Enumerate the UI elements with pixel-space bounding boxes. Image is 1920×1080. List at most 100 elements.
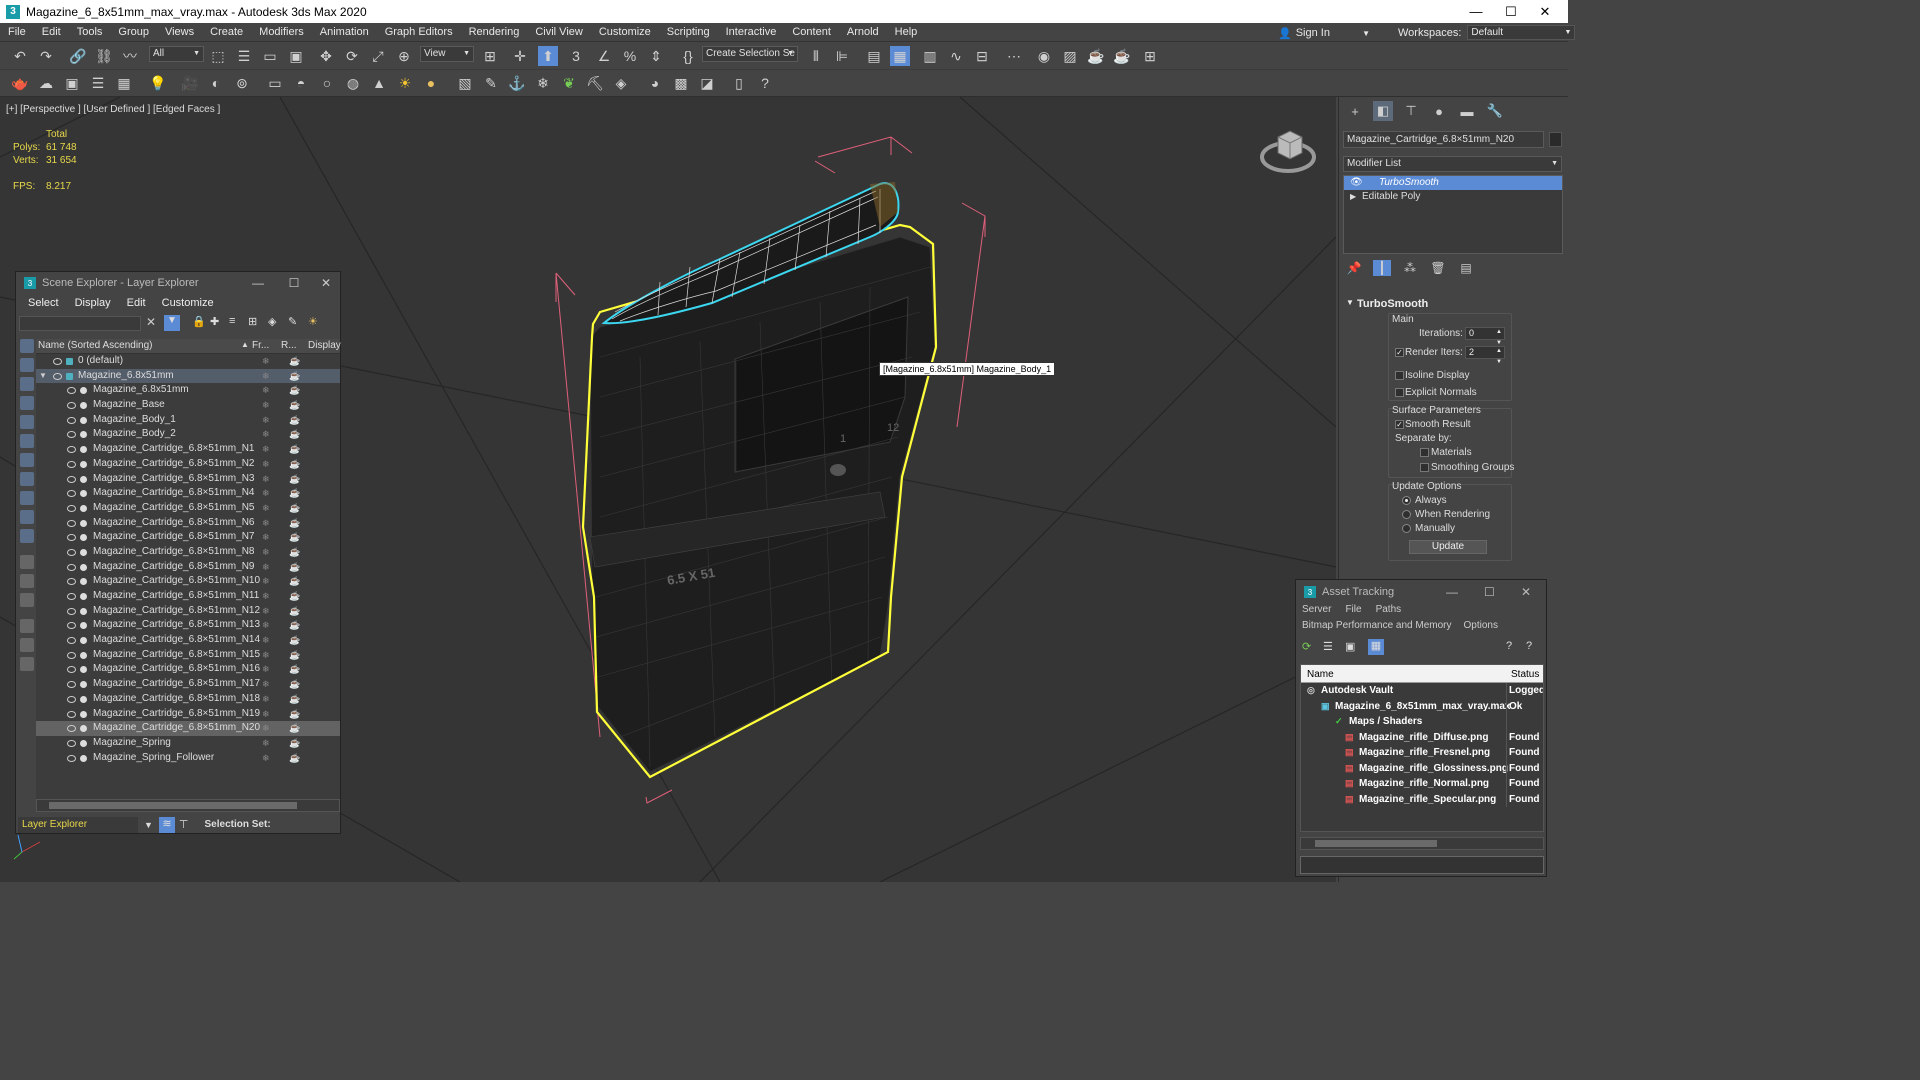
freeze-icon[interactable]: ❄ [262,427,270,442]
sign-in-dropdown[interactable]: 👤 Sign In ▼ [1278,25,1372,41]
render-teapot-icon[interactable]: ☕ [289,442,300,457]
chevron-down-icon[interactable]: ▼ [144,820,153,830]
layer-row[interactable]: Magazine_Cartridge_6.8×51mm_N13 ❄ ☕ [36,618,340,633]
workspaces-select[interactable]: Default ▼ [1467,25,1576,40]
eye-icon[interactable] [67,460,76,468]
freeze-icon[interactable]: ❄ [262,574,270,589]
eye-icon[interactable] [67,475,76,483]
teapot-icon[interactable]: 🫖 [10,73,30,93]
smooth-result-checkbox[interactable]: ✓ [1395,420,1404,429]
layer-row[interactable]: Magazine_Body_2 ❄ ☕ [36,427,340,442]
vray-hf-icon[interactable]: ⛏ [585,73,605,93]
iterations-spinner[interactable]: 0 ▲ ▼ [1465,327,1505,346]
close-icon[interactable]: ✕ [1521,585,1531,599]
render-teapot-icon[interactable]: ☕ [289,707,300,722]
se-menu-select[interactable]: Select [20,297,67,309]
sun-layer-icon[interactable]: ☀ [308,315,318,328]
when-rendering-radio[interactable] [1402,510,1411,519]
asset-row[interactable]: ▤ Magazine_rifle_Glossiness.png Found [1301,760,1543,776]
se-menu-edit[interactable]: Edit [119,297,154,309]
pivot-icon[interactable]: ⊞ [480,46,500,66]
new-layer-icon[interactable]: ✚ [210,315,219,328]
select-object-icon[interactable]: ⬚ [208,46,228,66]
funnel-filter-icon[interactable] [20,638,34,652]
render-teapot-icon[interactable]: ☕ [289,633,300,648]
viewport-label[interactable]: [+] [Perspective ] [User Defined ] [Edge… [6,104,220,115]
highlight-icon[interactable]: ✎ [288,315,297,328]
light-lister-icon[interactable]: 💡 [148,73,168,93]
render-teapot-icon[interactable]: ☕ [289,721,300,736]
layer-row[interactable]: Magazine_Cartridge_6.8×51mm_N8 ❄ ☕ [36,545,340,560]
freeze-icon[interactable]: ❄ [262,472,270,487]
close-icon[interactable]: ✕ [310,272,342,294]
eye-icon[interactable] [67,578,76,586]
undo-icon[interactable]: ↶ [10,46,30,66]
ambient-light-icon[interactable]: ● [421,73,441,93]
menu-content[interactable]: Content [784,26,839,38]
bind-spacewarp-icon[interactable]: 〰 [120,46,140,66]
eye-icon[interactable] [67,622,76,630]
refresh-icon[interactable]: ⟳ [1302,640,1311,653]
scale-icon[interactable]: ⤢ [368,46,388,66]
none-filter-icon[interactable] [20,593,34,607]
layer-row[interactable]: Magazine_Cartridge_6.8×51mm_N16 ❄ ☕ [36,662,340,677]
vray-plane-icon[interactable]: ⚓ [507,73,527,93]
layer-row[interactable]: Magazine_Cartridge_6.8×51mm_N20 ❄ ☕ [36,721,340,736]
lights-filter-icon[interactable] [20,377,34,391]
layer-row[interactable]: Magazine_Cartridge_6.8×51mm_N19 ❄ ☕ [36,707,340,722]
menu-rendering[interactable]: Rendering [461,26,528,38]
freeze-icon[interactable]: ❄ [262,751,270,766]
render-teapot-icon[interactable]: ☕ [289,574,300,589]
layers-icon[interactable]: ◈ [268,315,276,328]
layer-row[interactable]: Magazine_Base ❄ ☕ [36,398,340,413]
turbosmooth-rollout-title[interactable]: ▼ TurboSmooth [1343,298,1563,312]
column-render[interactable]: R... [281,340,297,351]
at-menu-paths[interactable]: Paths [1376,604,1402,620]
asset-row[interactable]: ▤ Magazine_rifle_Fresnel.png Found [1301,745,1543,761]
freeze-icon[interactable]: ❄ [262,692,270,707]
render-teapot-icon[interactable]: ☕ [289,692,300,707]
menu-create[interactable]: Create [202,26,251,38]
render-teapot-icon[interactable]: ☕ [289,354,300,369]
render-teapot-icon[interactable]: ☕ [289,530,300,545]
align-icon[interactable]: ⊫ [832,46,852,66]
window-crossing-icon[interactable]: ▣ [286,46,306,66]
freeze-icon[interactable]: ❄ [262,354,270,369]
redo-icon[interactable]: ↷ [36,46,56,66]
render-teapot-icon[interactable]: ☕ [289,677,300,692]
rect-selection-icon[interactable]: ▭ [260,46,280,66]
render-teapot-icon[interactable]: ☕ [289,427,300,442]
render-teapot-icon[interactable]: ☕ [289,648,300,663]
snaps-toggle-icon[interactable]: 3 [566,46,586,66]
eye-icon[interactable] [53,358,62,365]
layer-row[interactable]: Magazine_Cartridge_6.8×51mm_N2 ❄ ☕ [36,457,340,472]
lock-icon[interactable]: 🔒 [192,315,206,328]
sets-filter-icon[interactable] [20,657,34,671]
grid-icon[interactable]: ▦ [114,73,134,93]
xrefs-filter-icon[interactable] [20,472,34,486]
material-editor-icon[interactable]: ◉ [1034,46,1054,66]
layer-row[interactable]: Magazine_Cartridge_6.8×51mm_N10 ❄ ☕ [36,574,340,589]
eye-icon[interactable] [67,754,76,762]
layer-row[interactable]: Magazine_6.8x51mm ❄ ☕ [36,383,340,398]
update-button[interactable]: Update [1409,540,1487,554]
layer-row[interactable]: Magazine_Cartridge_6.8×51mm_N9 ❄ ☕ [36,560,340,575]
freeze-icon[interactable]: ❄ [262,398,270,413]
isoline-checkbox[interactable] [1395,371,1404,380]
freeze-icon[interactable]: ❄ [262,648,270,663]
layer-row[interactable]: 0 (default) ❄ ☕ [36,354,340,369]
render-iters-checkbox[interactable]: ✓ [1395,348,1404,357]
thumbnail-view-icon[interactable]: ▣ [1345,640,1355,653]
show-end-result-icon[interactable]: ┃ [1373,260,1391,276]
placement-icon[interactable]: ⊕ [394,46,414,66]
column-status[interactable]: Status [1511,669,1539,680]
remove-modifier-icon[interactable]: 🗑 [1429,260,1447,276]
freeze-icon[interactable]: ❄ [262,633,270,648]
freeze-icon[interactable]: ❄ [262,516,270,531]
move-icon[interactable]: ✥ [316,46,336,66]
unlink-icon[interactable]: ⛓ [94,46,114,66]
at-menu-server[interactable]: Server [1302,604,1331,620]
material-sphere-icon[interactable]: ◕ [645,73,665,93]
material-browser-icon[interactable]: ▩ [671,73,691,93]
explicit-normals-checkbox[interactable] [1395,388,1404,397]
